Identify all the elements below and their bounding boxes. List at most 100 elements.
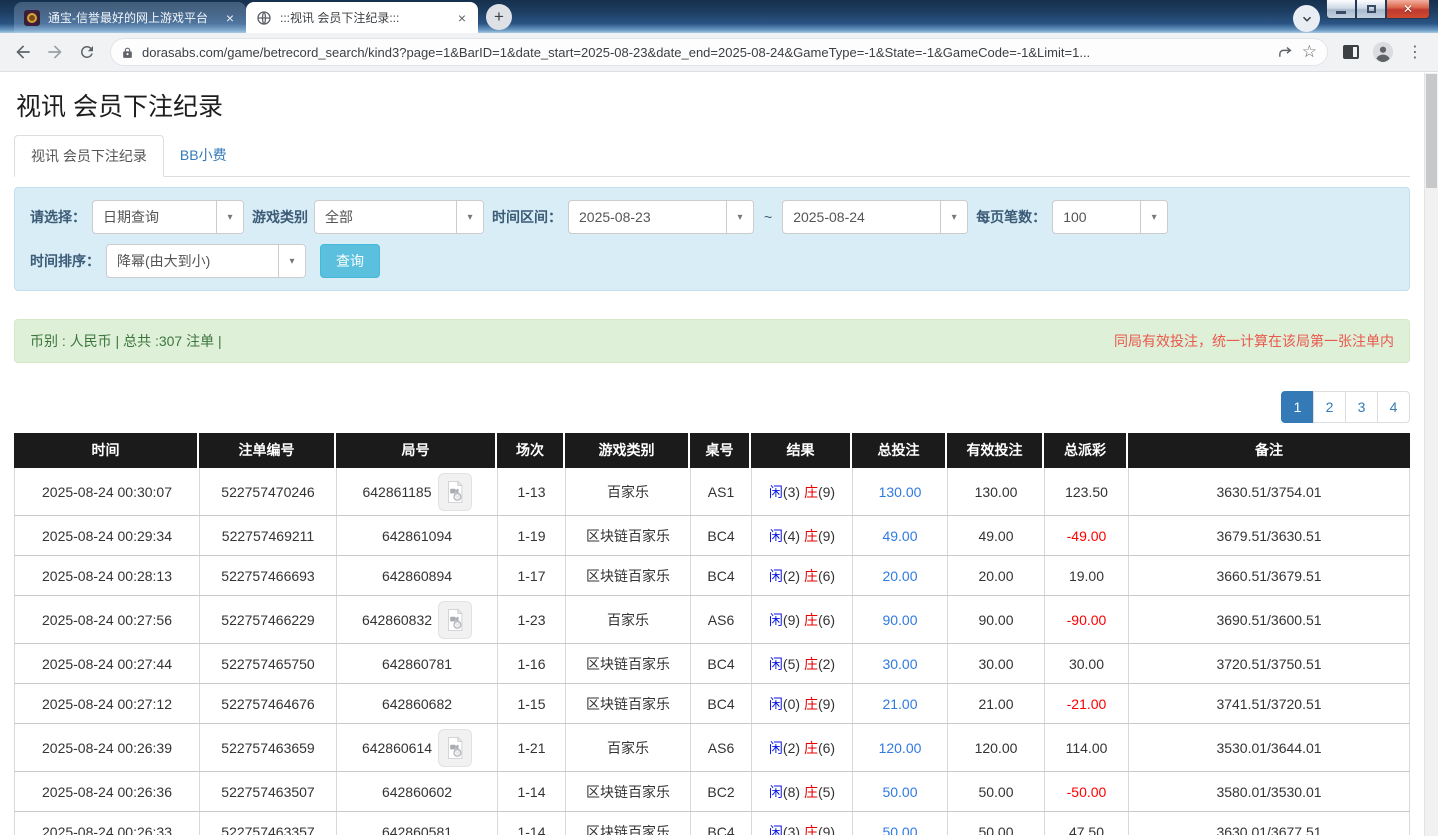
cell-time: 2025-08-24 00:26:33 bbox=[15, 812, 200, 835]
total-bet-link[interactable]: 20.00 bbox=[882, 568, 917, 584]
menu-button[interactable]: ⋮ bbox=[1400, 37, 1430, 67]
total-bet-link[interactable]: 50.00 bbox=[882, 824, 917, 836]
column-header: 场次 bbox=[497, 433, 565, 468]
round-number: 642861185 bbox=[362, 483, 432, 500]
column-header: 游戏类别 bbox=[565, 433, 690, 468]
close-button[interactable]: ✕ bbox=[1386, 0, 1430, 19]
cell-payout: -90.00 bbox=[1045, 596, 1129, 643]
caret-down-icon[interactable]: ▾ bbox=[216, 201, 243, 233]
caret-down-icon[interactable]: ▾ bbox=[940, 201, 968, 233]
tab-bb-tip[interactable]: BB小费 bbox=[164, 135, 243, 177]
video-replay-button[interactable] bbox=[437, 472, 472, 511]
page-button-1[interactable]: 1 bbox=[1281, 391, 1314, 423]
video-replay-button[interactable] bbox=[438, 600, 473, 639]
address-bar[interactable]: dorasabs.com/game/betrecord_search/kind3… bbox=[110, 38, 1328, 66]
game-type-select[interactable]: 全部 ▾ bbox=[314, 200, 484, 234]
side-panel-button[interactable] bbox=[1336, 37, 1366, 67]
range-tilde: ~ bbox=[764, 209, 773, 225]
new-tab-button[interactable]: + bbox=[486, 4, 512, 30]
url-text[interactable]: dorasabs.com/game/betrecord_search/kind3… bbox=[142, 45, 1269, 60]
page-button-4[interactable]: 4 bbox=[1377, 391, 1410, 423]
table-row: 2025-08-24 00:26:33 522757463357 6428605… bbox=[14, 812, 1410, 835]
cell-result: 闲(2) 庄(6) bbox=[752, 724, 853, 771]
cell-bet-id: 522757463507 bbox=[200, 772, 337, 811]
player-result: 闲 bbox=[768, 655, 783, 672]
reload-button[interactable] bbox=[72, 37, 102, 67]
cell-game-type: 区块链百家乐 bbox=[566, 644, 691, 683]
banker-result: 庄 bbox=[803, 823, 818, 836]
forward-icon bbox=[48, 45, 62, 59]
caret-down-icon[interactable]: ▾ bbox=[456, 201, 483, 233]
browser-titlebar: 通宝-信誉最好的网上游戏平台 × :::视讯 会员下注纪录::: × + ✕ bbox=[0, 0, 1438, 33]
cell-result: 闲(4) 庄(9) bbox=[752, 516, 853, 555]
cell-time: 2025-08-24 00:28:13 bbox=[15, 556, 200, 595]
query-button[interactable]: 查询 bbox=[320, 244, 380, 278]
cell-total-bet: 120.00 bbox=[853, 724, 948, 771]
total-bet-link[interactable]: 50.00 bbox=[882, 784, 917, 800]
cell-round-id: 642860832 bbox=[337, 596, 498, 643]
player-result: 闲 bbox=[768, 567, 783, 584]
total-bet-link[interactable]: 21.00 bbox=[882, 696, 917, 712]
browser-tab-betrecord[interactable]: :::视讯 会员下注纪录::: × bbox=[246, 2, 478, 33]
page-button-3[interactable]: 3 bbox=[1345, 391, 1378, 423]
banker-result: 庄 bbox=[803, 611, 818, 628]
cell-table-code: BC2 bbox=[691, 772, 752, 811]
back-icon bbox=[16, 45, 30, 59]
pagination: 1234 bbox=[14, 391, 1410, 423]
chevron-down-icon bbox=[1302, 16, 1311, 22]
bookmark-star-icon[interactable]: ☆ bbox=[1302, 42, 1317, 62]
cell-bet-id: 522757470246 bbox=[200, 468, 337, 515]
cell-time: 2025-08-24 00:30:07 bbox=[15, 468, 200, 515]
browser-tab-home[interactable]: 通宝-信誉最好的网上游戏平台 × bbox=[14, 2, 246, 33]
sort-select[interactable]: 降幂(由大到小) ▾ bbox=[106, 244, 306, 278]
per-page-select[interactable]: 100 ▾ bbox=[1052, 200, 1169, 234]
total-bet-link[interactable]: 49.00 bbox=[882, 528, 917, 544]
browser-toolbar: dorasabs.com/game/betrecord_search/kind3… bbox=[0, 33, 1438, 72]
cell-table-code: AS1 bbox=[691, 468, 752, 515]
player-result: 闲 bbox=[768, 527, 783, 544]
tab-title: :::视讯 会员下注纪录::: bbox=[280, 11, 400, 25]
total-bet-link[interactable]: 120.00 bbox=[879, 740, 922, 756]
share-icon[interactable] bbox=[1277, 44, 1294, 61]
caret-down-icon[interactable]: ▾ bbox=[1140, 201, 1168, 233]
table-row: 2025-08-24 00:27:12 522757464676 6428606… bbox=[14, 684, 1410, 724]
cell-round-id: 642860682 bbox=[337, 684, 498, 723]
scrollbar-thumb[interactable] bbox=[1426, 74, 1437, 188]
banker-result: 庄 bbox=[803, 567, 818, 584]
query-type-select[interactable]: 日期查询 ▾ bbox=[92, 200, 244, 234]
total-bet-link[interactable]: 130.00 bbox=[879, 484, 922, 500]
forward-button[interactable] bbox=[40, 37, 70, 67]
player-result: 闲 bbox=[768, 823, 783, 836]
cell-table-code: BC4 bbox=[691, 516, 752, 555]
video-replay-button[interactable] bbox=[438, 728, 473, 767]
banker-result: 庄 bbox=[803, 695, 818, 712]
maximize-button[interactable] bbox=[1356, 0, 1386, 19]
player-result: 闲 bbox=[768, 611, 783, 628]
cell-round-id: 642861185 bbox=[337, 468, 498, 515]
tab-close-icon[interactable]: × bbox=[224, 11, 236, 25]
cell-result: 闲(9) 庄(6) bbox=[752, 596, 853, 643]
cell-payout: -49.00 bbox=[1045, 516, 1129, 555]
page-scrollbar[interactable] bbox=[1424, 73, 1438, 836]
cell-round-id: 642860581 bbox=[337, 812, 498, 835]
profile-button[interactable] bbox=[1368, 37, 1398, 67]
cell-total-bet: 49.00 bbox=[853, 516, 948, 555]
date-start-select[interactable]: 2025-08-23 ▾ bbox=[568, 200, 754, 234]
minimize-button[interactable] bbox=[1326, 0, 1356, 19]
page-button-2[interactable]: 2 bbox=[1313, 391, 1346, 423]
tab-search-button[interactable] bbox=[1293, 5, 1320, 32]
valid-bet-notice: 同局有效投注，统一计算在该局第一张注单内 bbox=[1114, 333, 1394, 349]
cell-session: 1-14 bbox=[498, 772, 566, 811]
caret-down-icon[interactable]: ▾ bbox=[278, 245, 305, 277]
tab-betrecord[interactable]: 视讯 会员下注纪录 bbox=[14, 135, 164, 177]
cell-result: 闲(8) 庄(5) bbox=[752, 772, 853, 811]
caret-down-icon[interactable]: ▾ bbox=[726, 201, 753, 233]
date-end-select[interactable]: 2025-08-24 ▾ bbox=[782, 200, 969, 234]
tab-close-icon[interactable]: × bbox=[456, 11, 468, 25]
total-bet-link[interactable]: 90.00 bbox=[882, 612, 917, 628]
cell-session: 1-15 bbox=[498, 684, 566, 723]
back-button[interactable] bbox=[8, 37, 38, 67]
round-number: 642860894 bbox=[381, 567, 453, 584]
table-row: 2025-08-24 00:29:34 522757469211 6428610… bbox=[14, 516, 1410, 556]
total-bet-link[interactable]: 30.00 bbox=[882, 656, 917, 672]
